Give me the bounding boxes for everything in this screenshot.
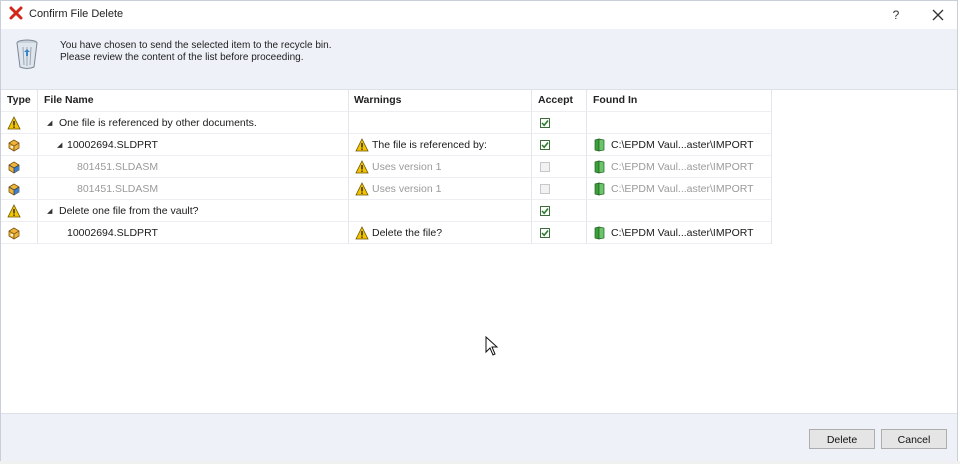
found-in-path: C:\EPDM Vaul...aster\IMPORT xyxy=(611,139,754,151)
accept-checkbox[interactable] xyxy=(540,140,550,150)
file-name: One file is referenced by other document… xyxy=(59,117,257,129)
warning-icon xyxy=(7,116,21,130)
warning-text: Delete the file? xyxy=(372,227,443,239)
recycle-bin-icon xyxy=(16,39,38,69)
mouse-cursor-icon xyxy=(485,336,499,356)
file-list-grid: Type File Name Warnings Accept Found In … xyxy=(1,89,957,414)
close-button[interactable] xyxy=(927,5,949,25)
window-title: Confirm File Delete xyxy=(29,8,124,20)
file-name: 10002694.SLDPRT xyxy=(67,139,158,151)
confirm-file-delete-dialog: Confirm File Delete ? You have chosen to… xyxy=(0,0,958,462)
expander-toggle[interactable]: ◢ xyxy=(57,141,62,149)
warning-icon xyxy=(355,160,369,174)
dialog-footer: Delete Cancel xyxy=(1,413,957,462)
file-name: 801451.SLDASM xyxy=(77,161,159,173)
warning-text: Uses version 1 xyxy=(372,161,442,173)
info-line-2: Please review the content of the list be… xyxy=(60,52,304,63)
vault-folder-icon xyxy=(594,182,605,196)
expander-toggle[interactable]: ◢ xyxy=(47,207,52,215)
vault-folder-icon xyxy=(594,160,605,174)
column-header-found-in[interactable]: Found In xyxy=(593,90,637,111)
cancel-button[interactable]: Cancel xyxy=(881,429,947,449)
delete-button[interactable]: Delete xyxy=(809,429,875,449)
info-banner: You have chosen to send the selected ite… xyxy=(1,29,957,89)
found-in-path: C:\EPDM Vaul...aster\IMPORT xyxy=(611,227,754,239)
part-icon xyxy=(8,139,20,152)
column-header-file-name[interactable]: File Name xyxy=(44,90,94,111)
accept-checkbox[interactable] xyxy=(540,206,550,216)
warning-text: The file is referenced by: xyxy=(372,139,487,151)
warning-icon xyxy=(355,182,369,196)
part-icon xyxy=(8,227,20,240)
accept-checkbox[interactable] xyxy=(540,118,550,128)
found-in-path: C:\EPDM Vaul...aster\IMPORT xyxy=(611,183,754,195)
assembly-icon xyxy=(8,183,20,196)
accept-checkbox xyxy=(540,162,550,172)
expander-toggle[interactable]: ◢ xyxy=(47,119,52,127)
red-x-icon xyxy=(9,6,23,20)
file-name: 10002694.SLDPRT xyxy=(67,227,158,239)
help-button[interactable]: ? xyxy=(885,6,907,24)
accept-checkbox xyxy=(540,184,550,194)
column-header-type[interactable]: Type xyxy=(7,90,31,111)
accept-checkbox[interactable] xyxy=(540,228,550,238)
assembly-icon xyxy=(8,161,20,174)
file-name: Delete one file from the vault? xyxy=(59,205,199,217)
warning-text: Uses version 1 xyxy=(372,183,442,195)
warning-icon xyxy=(355,138,369,152)
warning-icon xyxy=(7,204,21,218)
close-icon xyxy=(932,9,944,21)
column-divider xyxy=(771,90,772,244)
warning-icon xyxy=(355,226,369,240)
column-header-accept[interactable]: Accept xyxy=(538,90,573,111)
info-line-1: You have chosen to send the selected ite… xyxy=(60,40,332,51)
column-header-warnings[interactable]: Warnings xyxy=(354,90,401,111)
file-name: 801451.SLDASM xyxy=(77,183,159,195)
title-bar: Confirm File Delete ? xyxy=(1,1,957,29)
vault-folder-icon xyxy=(594,138,605,152)
vault-folder-icon xyxy=(594,226,605,240)
found-in-path: C:\EPDM Vaul...aster\IMPORT xyxy=(611,161,754,173)
